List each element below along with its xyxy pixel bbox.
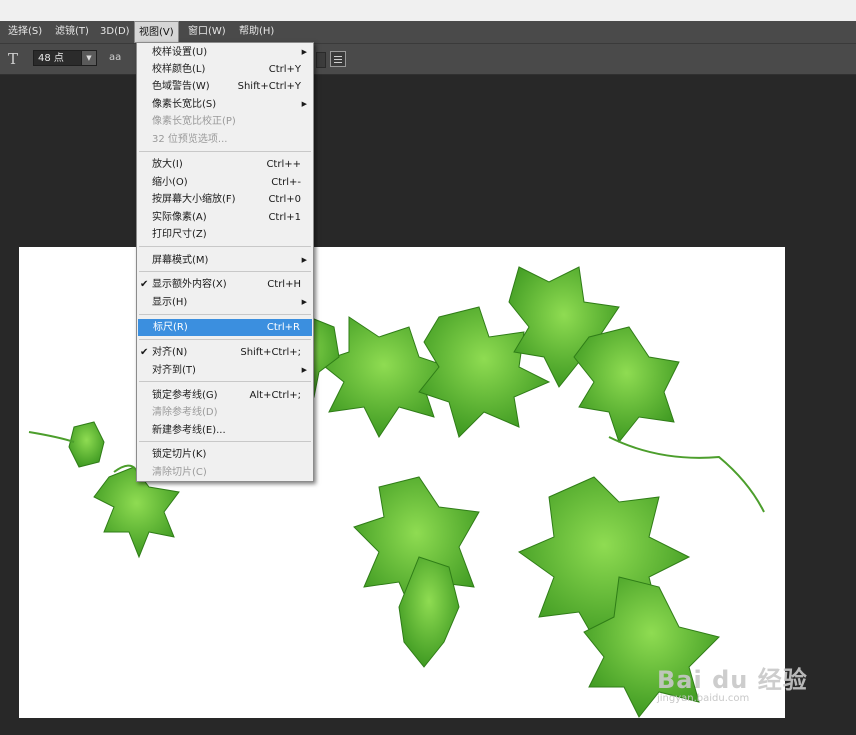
submenu-arrow-icon: ▶ [301,298,307,306]
menu-bar: 选择(S) 滤镜(T) 3D(D) 视图(V) 窗口(W) 帮助(H) [0,21,856,44]
view-menu-dropdown: 校样设置(U) ▶ 校样颜色(L) Ctrl+Y 色域警告(W) Shift+C… [136,42,314,482]
menu-item-lock-slices[interactable]: 锁定切片(K) [137,446,313,463]
anti-alias-icon[interactable]: aa [109,52,121,63]
menu-item-clear-guides: 清除参考线(D) [152,407,218,418]
menu-item-proof-colors[interactable]: 校样颜色(L) Ctrl+Y [137,61,313,78]
options-bar: T 48 点 ▼ aa [0,44,856,75]
menu-help[interactable]: 帮助(H) [235,21,278,43]
menu-item-lock-guides[interactable]: 锁定参考线(G) Alt+Ctrl+; [137,387,313,404]
panels-icon[interactable] [330,51,346,67]
menu-3d[interactable]: 3D(D) [96,21,134,43]
menu-item-actual-pixels[interactable]: 实际像素(A) Ctrl+1 [137,209,313,226]
menu-item-extras[interactable]: ✔ 显示额外内容(X) Ctrl+H [137,276,313,293]
menu-item-pixel-aspect-ratio[interactable]: 像素长宽比(S) ▶ [137,96,313,113]
menu-view[interactable]: 视图(V) [134,21,179,43]
menu-separator [139,151,311,152]
menu-item-clear-slices: 清除切片(C) [152,467,207,478]
submenu-arrow-icon: ▶ [301,100,307,108]
menu-item-snap-to[interactable]: 对齐到(T) ▶ [137,362,313,379]
window-top-strip [0,0,856,21]
submenu-arrow-icon: ▶ [301,256,307,264]
menu-separator [139,271,311,272]
font-size-value: 48 点 [38,53,64,64]
menu-item-gamut-warning[interactable]: 色域警告(W) Shift+Ctrl+Y [137,78,313,95]
baidu-watermark: Bai du 经验 jingyan.baidu.com [657,660,808,704]
menu-item-32bit-preview: 32 位预览选项... [152,134,228,145]
menu-item-proof-setup[interactable]: 校样设置(U) ▶ [137,44,313,61]
menu-item-rulers[interactable]: 标尺(R) Ctrl+R [138,319,312,336]
menu-item-pixel-aspect-correction: 像素长宽比校正(P) [152,116,236,127]
font-size-field[interactable]: 48 点 ▼ [33,50,97,66]
menu-separator [139,339,311,340]
submenu-arrow-icon: ▶ [301,366,307,374]
watermark-brand: Bai du 经验 [657,666,808,694]
menu-item-screen-mode[interactable]: 屏幕模式(M) ▶ [137,252,313,269]
text-orientation-icon[interactable]: T [8,50,18,68]
menu-item-print-size[interactable]: 打印尺寸(Z) [137,226,313,243]
menu-separator [139,246,311,247]
menu-item-fit-screen[interactable]: 按屏幕大小缩放(F) Ctrl+0 [137,191,313,208]
chevron-down-icon[interactable]: ▼ [81,51,96,65]
document-canvas[interactable] [19,247,785,718]
menu-filter[interactable]: 滤镜(T) [51,21,93,43]
menu-item-snap[interactable]: ✔ 对齐(N) Shift+Ctrl+; [137,344,313,361]
menu-separator [139,441,311,442]
menu-window[interactable]: 窗口(W) [184,21,230,43]
menu-separator [139,381,311,382]
menu-select[interactable]: 选择(S) [4,21,46,43]
menu-item-zoom-out[interactable]: 缩小(O) Ctrl+- [137,174,313,191]
check-icon: ✔ [140,347,149,358]
check-icon: ✔ [140,279,149,290]
leaves-image [28,266,765,718]
menu-separator [139,314,311,315]
menu-item-new-guide[interactable]: 新建参考线(E)... [137,422,313,439]
submenu-arrow-icon: ▶ [301,48,307,56]
menu-item-show[interactable]: 显示(H) ▶ [137,294,313,311]
menu-item-zoom-in[interactable]: 放大(I) Ctrl++ [137,156,313,173]
anti-alias-dropdown[interactable] [316,52,326,68]
